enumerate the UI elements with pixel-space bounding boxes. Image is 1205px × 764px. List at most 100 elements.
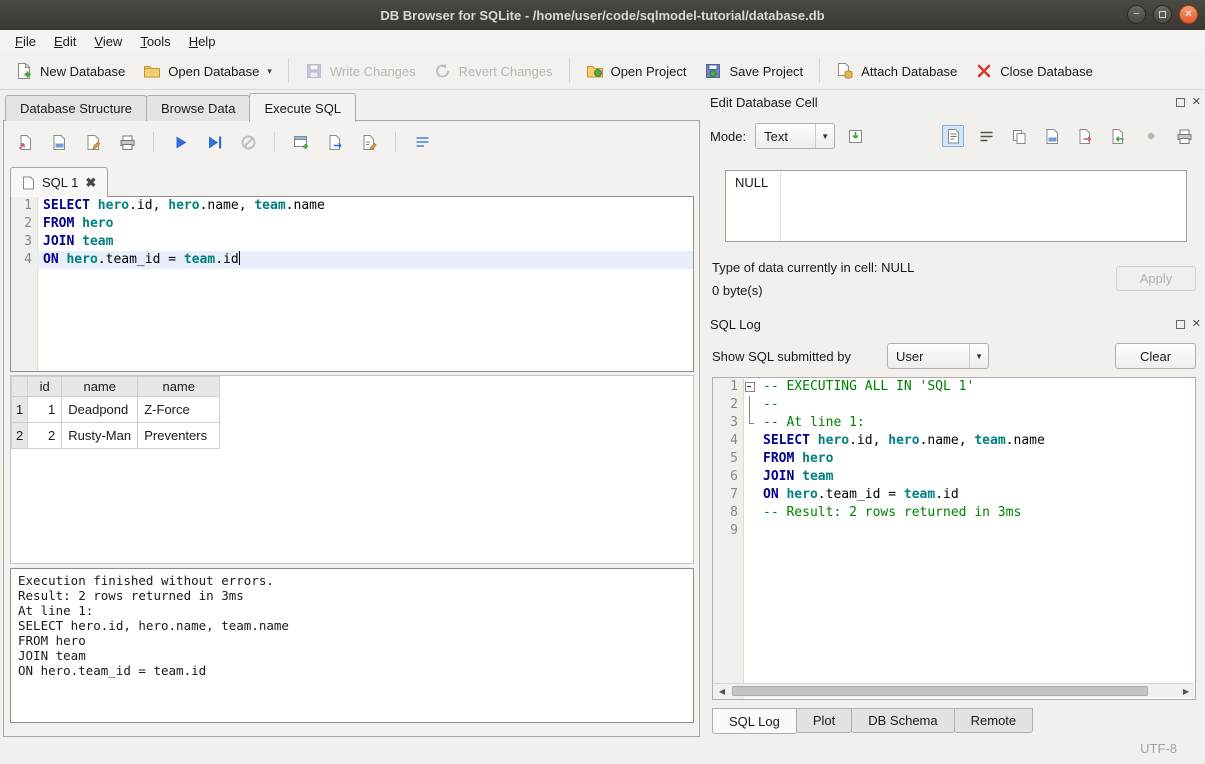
execute-current-line-button[interactable] (203, 131, 225, 153)
menu-help[interactable]: Help (180, 32, 225, 51)
save-sql-as-button[interactable] (82, 131, 104, 153)
print-cell-button[interactable] (1173, 125, 1195, 147)
maximize-button[interactable] (1153, 5, 1172, 24)
window-title: DB Browser for SQLite - /home/user/code/… (380, 8, 824, 23)
code-line: 3-- At line 1: (713, 414, 1195, 432)
line-number: 3 (11, 233, 37, 251)
sql-log-filter-label: Show SQL submitted by (712, 349, 851, 364)
chevron-down-icon: ▼ (815, 124, 834, 148)
close-database-button[interactable]: Close Database (966, 58, 1102, 84)
code-text: JOIN team (757, 468, 1195, 486)
column-header-id[interactable]: id (28, 377, 62, 397)
tab-execute-sql[interactable]: Execute SQL (249, 93, 356, 122)
import-data-icon (1110, 128, 1127, 145)
toolbar-separator (395, 132, 396, 152)
edit-sql-button[interactable] (358, 131, 380, 153)
sql-log-filter-select[interactable]: User ▼ (887, 343, 989, 369)
print-icon (1176, 128, 1193, 145)
execute-sql-panel: SQL 1 ✖ 1SELECT hero.id, hero.name, team… (3, 120, 700, 737)
titlebar[interactable]: DB Browser for SQLite - /home/user/code/… (0, 0, 1205, 30)
word-wrap-icon (414, 134, 431, 151)
open-project-button[interactable]: Open Project (577, 58, 696, 84)
tab-close-icon[interactable]: ✖ (85, 175, 96, 191)
menu-view[interactable]: View (85, 32, 131, 51)
fold-marker-icon[interactable] (743, 378, 757, 396)
close-dock-icon[interactable]: ✕ (1192, 319, 1201, 330)
close-button[interactable]: ✕ (1179, 5, 1198, 24)
new-database-button[interactable]: New Database (6, 58, 134, 84)
save-text-button[interactable] (1041, 125, 1063, 147)
sql-file-icon (22, 176, 35, 190)
table-cell[interactable]: 2 (28, 423, 62, 449)
sql-editor[interactable]: 1SELECT hero.id, hero.name, team.name2FR… (10, 196, 694, 372)
cell-value-editor[interactable]: NULL (725, 170, 1187, 242)
word-wrap-cell-button[interactable] (975, 125, 997, 147)
clear-button[interactable]: Clear (1115, 343, 1196, 369)
row-header[interactable]: 1 (12, 397, 28, 423)
scroll-left-icon[interactable]: ◀ (714, 684, 730, 698)
float-dock-icon[interactable] (1176, 98, 1185, 107)
set-null-button[interactable] (1140, 125, 1162, 147)
table-cell[interactable]: Deadpond (62, 397, 138, 423)
scrollbar-thumb[interactable] (732, 686, 1148, 696)
open-new-tab-button[interactable] (290, 131, 312, 153)
table-cell[interactable]: Rusty-Man (62, 423, 138, 449)
line-number: 7 (713, 486, 743, 504)
export-data-button[interactable] (1074, 125, 1096, 147)
dock-tab-db-schema[interactable]: DB Schema (851, 708, 954, 733)
import-data-button[interactable] (1107, 125, 1129, 147)
float-dock-icon[interactable] (1176, 320, 1185, 329)
results-corner-header[interactable] (12, 377, 28, 397)
close-dock-icon[interactable]: ✕ (1192, 97, 1201, 108)
execute-all-icon (172, 134, 189, 151)
table-cell[interactable]: 1 (28, 397, 62, 423)
import-text-button[interactable] (844, 125, 866, 147)
dock-tab-plot[interactable]: Plot (796, 708, 852, 733)
fold-guide (743, 414, 757, 432)
save-project-button[interactable]: Save Project (695, 58, 812, 84)
fold-guide (743, 486, 757, 504)
column-header-name[interactable]: name (62, 377, 138, 397)
copy-icon (1011, 128, 1028, 145)
text-mode-button[interactable] (942, 125, 964, 147)
horizontal-scrollbar[interactable]: ◀ ▶ (714, 683, 1194, 698)
revert-changes-button: Revert Changes (425, 58, 562, 84)
fold-guide (743, 468, 757, 486)
sql-file-tab[interactable]: SQL 1 ✖ (10, 167, 108, 197)
cell-value: NULL (735, 175, 768, 190)
table-cell[interactable]: Preventers (138, 423, 220, 449)
mode-label: Mode: (710, 129, 746, 144)
line-number: 4 (713, 432, 743, 450)
code-text: -- At line 1: (757, 414, 1195, 432)
tab-database-structure[interactable]: Database Structure (5, 95, 147, 121)
menu-edit[interactable]: Edit (45, 32, 85, 51)
dock-tab-remote[interactable]: Remote (954, 708, 1034, 733)
column-header-name[interactable]: name (138, 377, 220, 397)
print-icon (119, 134, 136, 151)
attach-database-button[interactable]: Attach Database (827, 58, 966, 84)
toolbar-separator (569, 59, 570, 83)
table-cell[interactable]: Z-Force (138, 397, 220, 423)
execute-all-button[interactable] (169, 131, 191, 153)
scroll-right-icon[interactable]: ▶ (1178, 684, 1194, 698)
line-number: 2 (713, 396, 743, 414)
print-button[interactable] (116, 131, 138, 153)
word-wrap-button[interactable] (411, 131, 433, 153)
copy-cell-button[interactable] (1008, 125, 1030, 147)
minimize-button[interactable]: − (1127, 5, 1146, 24)
open-sql-file-button[interactable] (14, 131, 36, 153)
menu-tools[interactable]: Tools (131, 32, 179, 51)
fold-guide (743, 432, 757, 450)
edit-cell-title: Edit Database Cell (710, 95, 818, 110)
row-header[interactable]: 2 (12, 423, 28, 449)
dock-tab-sql-log[interactable]: SQL Log (712, 708, 797, 734)
menu-file[interactable]: File (6, 32, 45, 51)
code-text: FROM hero (37, 215, 693, 233)
open-database-button[interactable]: Open Database ▾ (134, 58, 281, 84)
mode-select[interactable]: Text ▼ (755, 123, 835, 149)
open-database-dropdown-icon[interactable]: ▾ (267, 66, 272, 77)
save-sql-file-button[interactable] (48, 131, 70, 153)
tab-browse-data[interactable]: Browse Data (146, 95, 250, 121)
code-text: ON hero.team_id = team.id (757, 486, 1195, 504)
export-sql-button[interactable] (324, 131, 346, 153)
